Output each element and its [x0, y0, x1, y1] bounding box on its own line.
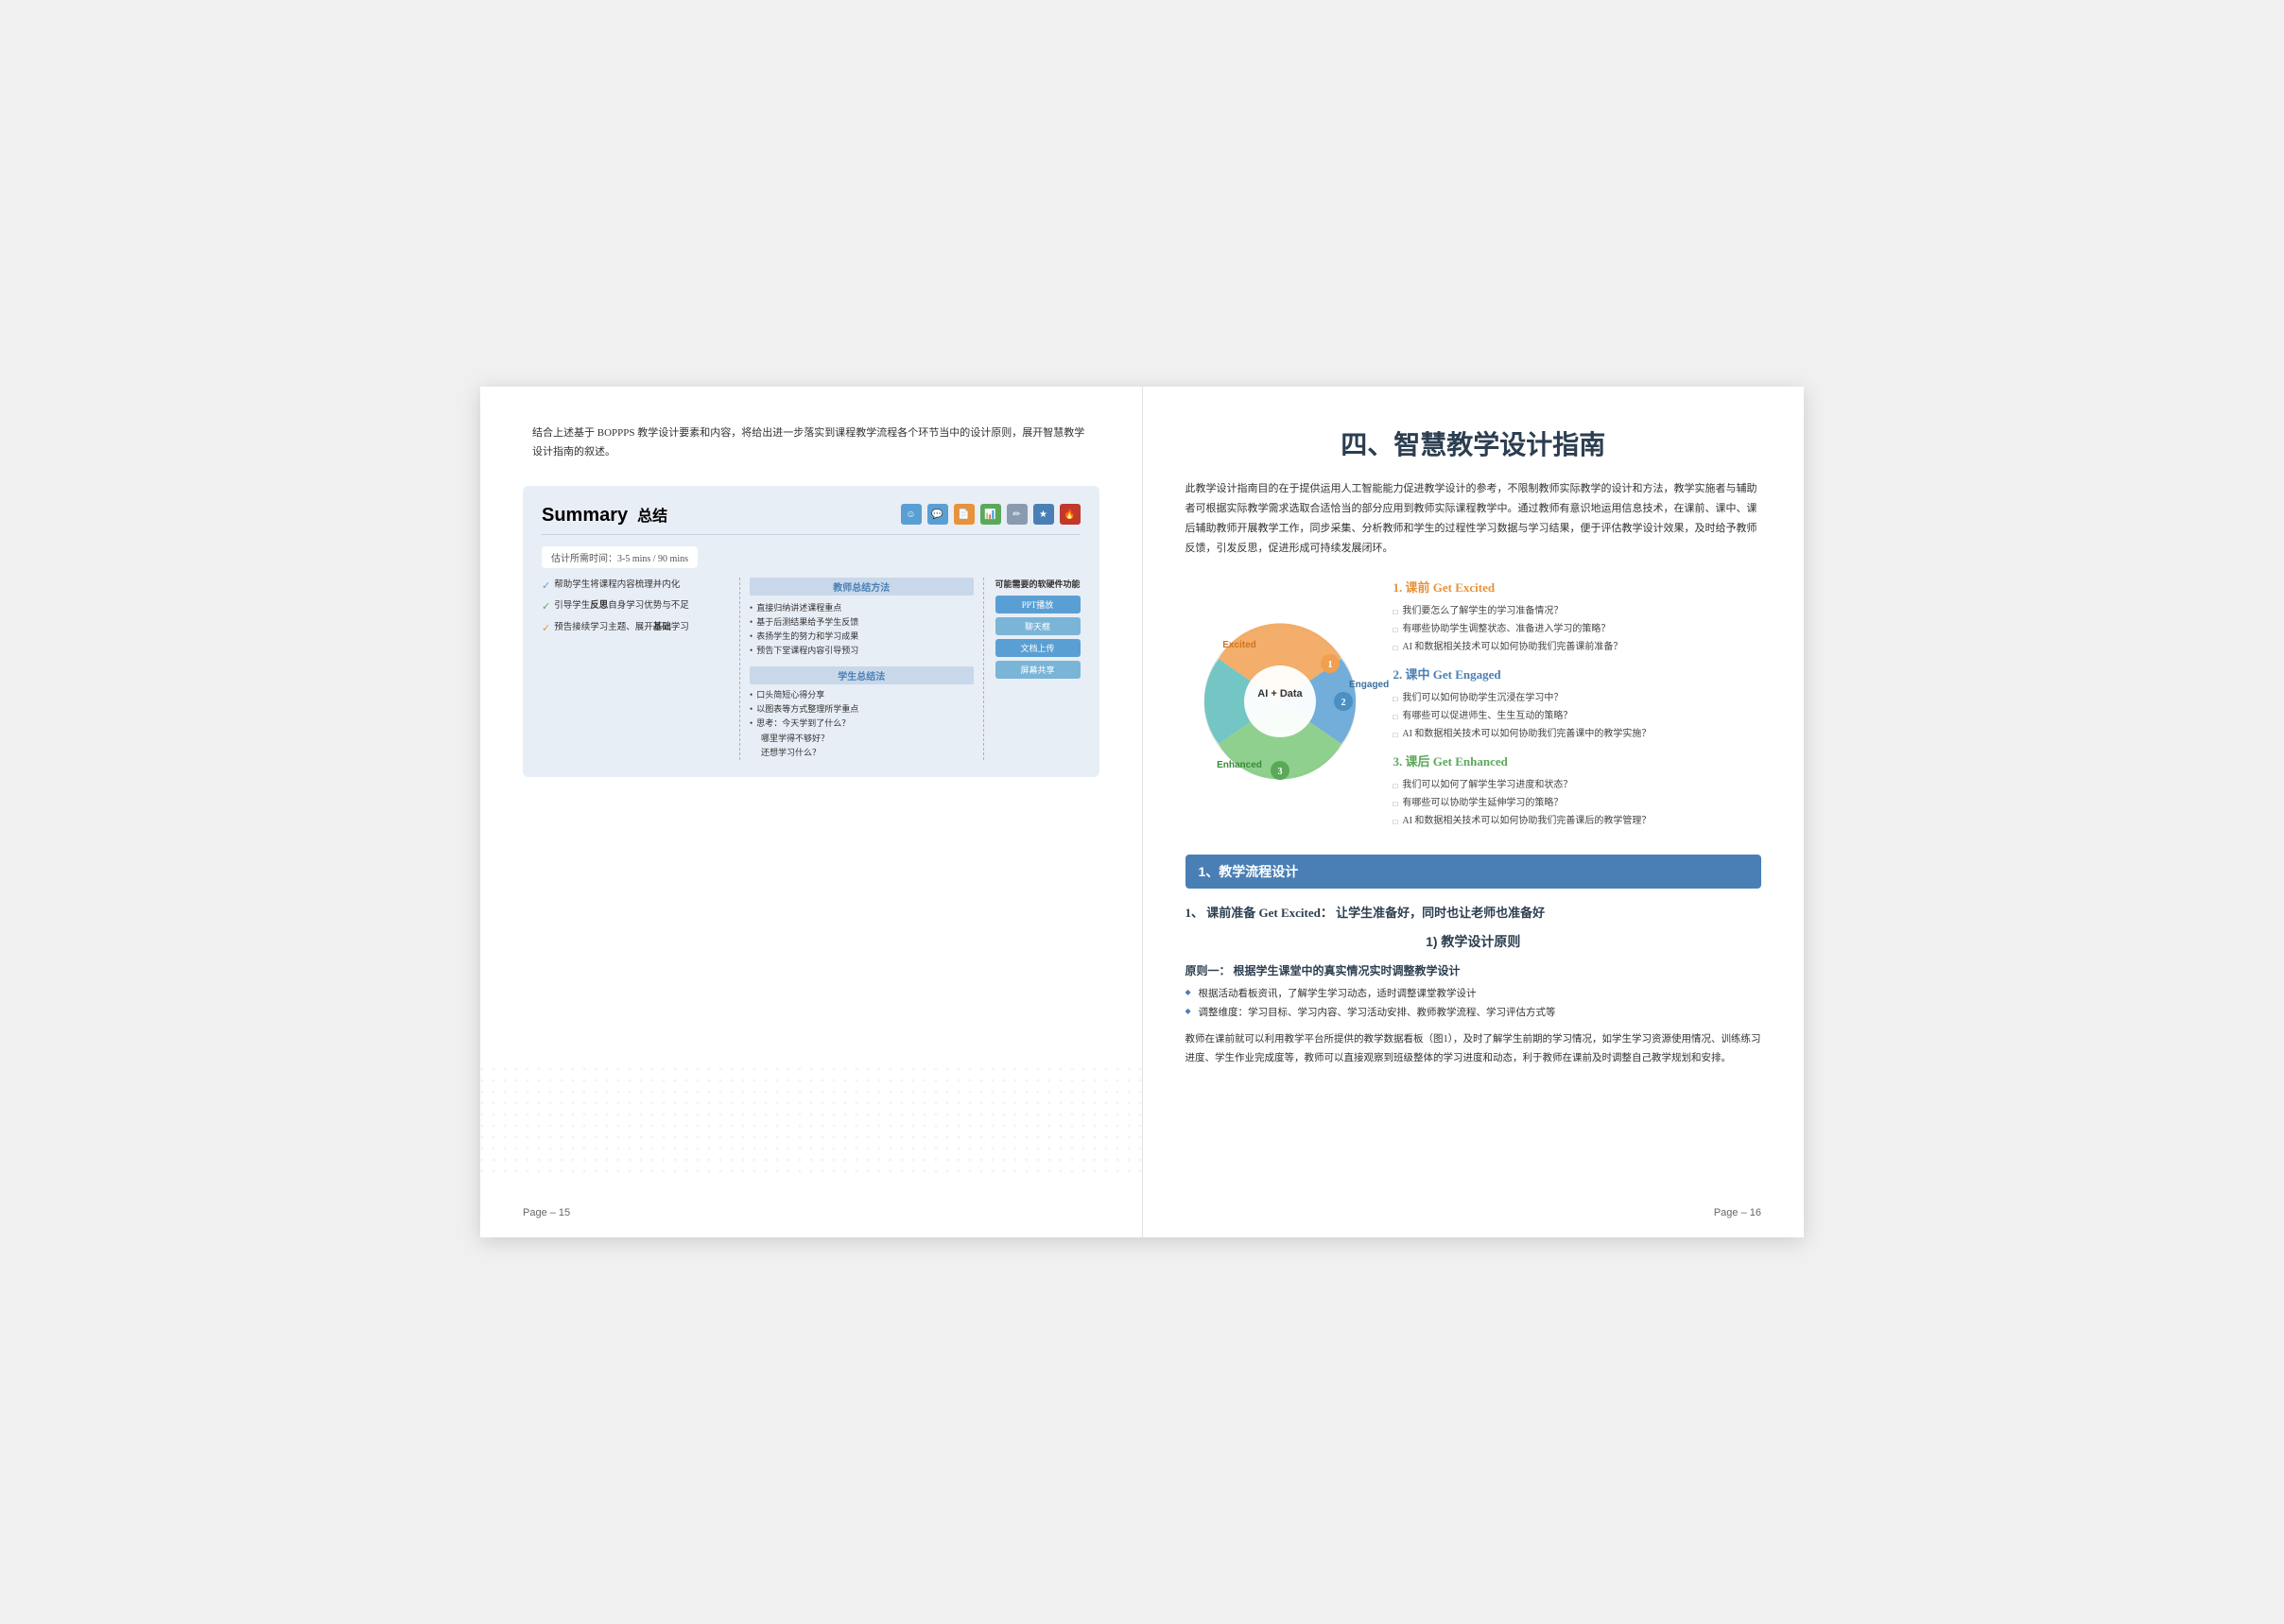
- software-btn-upload: 文档上传: [995, 639, 1081, 657]
- check-icon-1: ✓: [542, 578, 550, 596]
- svg-text:AI + Data: AI + Data: [1257, 688, 1303, 700]
- svg-text:2: 2: [1341, 698, 1345, 708]
- qa-3-3: □ AI 和数据相关技术可以如何协助我们完善课后的教学管理？: [1393, 813, 1762, 829]
- qa-1-1: □ 我们要怎么了解学生的学习准备情况？: [1393, 603, 1762, 619]
- left-page-number: Page – 15: [523, 1207, 570, 1218]
- decorative-dots: [480, 1067, 1142, 1181]
- icon-fire: 🔥: [1060, 504, 1081, 525]
- icon-chat: 💬: [927, 504, 948, 525]
- page-right: 四、智慧教学设计指南 此教学设计指南目的在于提供运用人工智能能力促进教学设计的参…: [1143, 387, 1805, 1237]
- student-method-4: 哪里学得不够好？: [750, 732, 973, 746]
- check-icon-2: ✓: [542, 598, 550, 616]
- student-method-2: •以图表等方式整理所学重点: [750, 702, 973, 717]
- section-heading-2: 2. 课中 Get Engaged: [1393, 665, 1762, 682]
- summary-content: ✓ 帮助学生将课程内容梳理并内化 ✓ 引导学生反思自身学习优势与不足 ✓ 预告接…: [542, 578, 1081, 761]
- svg-text:Engaged: Engaged: [1349, 680, 1389, 690]
- book-spread: 结合上述基于 BOPPPS 教学设计要素和内容，将给出进一步落实到课程教学流程各…: [480, 387, 1804, 1237]
- qa-icon-1-1: □: [1393, 606, 1398, 619]
- teacher-method-2: •基于后测结果给予学生反馈: [750, 615, 973, 630]
- teacher-method-3: •表扬学生的努力和学习成果: [750, 630, 973, 644]
- summary-right-col: 可能需要的软硬件功能 PPT播放 聊天框 文档上传 屏幕共享: [995, 578, 1081, 761]
- svg-text:3: 3: [1277, 767, 1282, 777]
- svg-text:Excited: Excited: [1222, 640, 1256, 650]
- qa-icon-3-1: □: [1393, 780, 1398, 793]
- software-btn-ppt: PPT播放: [995, 596, 1081, 613]
- check-icon-3: ✓: [542, 620, 550, 638]
- teacher-method-title: 教师总结方法: [750, 578, 973, 596]
- qa-2-3: □ AI 和数据相关技术可以如何协助我们完善课中的教学实施？: [1393, 726, 1762, 742]
- circle-diagram: AI + Data 1 2 3 Excited Engaged Enhanced: [1190, 612, 1370, 796]
- qa-2-1: □ 我们可以如何协助学生沉浸在学习中？: [1393, 690, 1762, 706]
- teacher-method-4: •预告下堂课程内容引导预习: [750, 644, 973, 658]
- summary-time: 估计所需时间：3-5 mins / 90 mins: [542, 546, 698, 568]
- right-text-col: 1. 课前 Get Excited □ 我们要怎么了解学生的学习准备情况？ □ …: [1393, 578, 1762, 831]
- right-page-number: Page – 16: [1714, 1207, 1761, 1218]
- qa-2-2: □ 有哪些可以促进师生、生生互动的策略？: [1393, 708, 1762, 724]
- icon-smile: ☺: [901, 504, 922, 525]
- summary-left-col: ✓ 帮助学生将课程内容梳理并内化 ✓ 引导学生反思自身学习优势与不足 ✓ 预告接…: [542, 578, 728, 761]
- summary-header: Summary 总结 ☺ 💬 📄 📊 ✏ ★ 🔥: [542, 503, 1081, 535]
- qa-1-2: □ 有哪些协助学生调整状态、准备进入学习的策略？: [1393, 621, 1762, 637]
- student-method-3: •思考：今天学到了什么？: [750, 717, 973, 731]
- qa-3-1: □ 我们可以如何了解学生学习进度和状态？: [1393, 777, 1762, 793]
- qa-icon-3-3: □: [1393, 816, 1398, 829]
- teacher-method-1: •直接归纳讲述课程重点: [750, 601, 973, 615]
- svg-text:1: 1: [1327, 660, 1332, 670]
- svg-text:Enhanced: Enhanced: [1217, 760, 1262, 770]
- qa-icon-2-3: □: [1393, 729, 1398, 742]
- qa-icon-1-3: □: [1393, 642, 1398, 655]
- student-method-title: 学生总结法: [750, 666, 973, 684]
- qa-icon-2-2: □: [1393, 711, 1398, 724]
- qa-icon-1-2: □: [1393, 624, 1398, 637]
- diagram-area: AI + Data 1 2 3 Excited Engaged Enhanced: [1185, 578, 1375, 831]
- section-heading-1: 1. 课前 Get Excited: [1393, 578, 1762, 596]
- qa-1-3: □ AI 和数据相关技术可以如何协助我们完善课前准备？: [1393, 639, 1762, 655]
- principle-title: 原则一： 根据学生课堂中的真实情况实时调整教学设计: [1185, 962, 1762, 978]
- page-left: 结合上述基于 BOPPPS 教学设计要素和内容，将给出进一步落实到课程教学流程各…: [480, 387, 1143, 1237]
- software-btn-share: 屏幕共享: [995, 661, 1081, 679]
- icon-chart: 📊: [980, 504, 1001, 525]
- check-item-2: ✓ 引导学生反思自身学习优势与不足: [542, 598, 728, 616]
- bottom-section-title: 1、教学流程设计: [1185, 855, 1762, 889]
- qa-icon-2-1: □: [1393, 693, 1398, 706]
- software-title: 可能需要的软硬件功能: [995, 578, 1081, 590]
- subsection-subtitle: 1) 教学设计原则: [1185, 932, 1762, 951]
- qa-icon-3-2: □: [1393, 798, 1398, 811]
- summary-middle-col: 教师总结方法 •直接归纳讲述课程重点 •基于后测结果给予学生反馈 •表扬学生的努…: [739, 578, 983, 761]
- student-method-1: •口头简短心得分享: [750, 688, 973, 702]
- left-intro-text: 结合上述基于 BOPPPS 教学设计要素和内容，将给出进一步落实到课程教学流程各…: [523, 424, 1099, 462]
- check-item-1: ✓ 帮助学生将课程内容梳理并内化: [542, 578, 728, 596]
- icon-doc: 📄: [954, 504, 975, 525]
- section-heading-3: 3. 课后 Get Enhanced: [1393, 752, 1762, 769]
- subsection-title: 1、 课前准备 Get Excited： 让学生准备好，同时也让老师也准备好: [1185, 903, 1762, 921]
- bullet-item-1: 根据活动看板资讯，了解学生学习动态，适时调整课堂教学设计: [1185, 986, 1762, 1004]
- bullet-item-2: 调整维度：学习目标、学习内容、学习活动安排、教师教学流程、学习评估方式等: [1185, 1005, 1762, 1023]
- icon-pencil: ✏: [1007, 504, 1028, 525]
- summary-title: Summary 总结: [542, 503, 667, 527]
- check-item-3: ✓ 预告接续学习主题、展开基础学习: [542, 620, 728, 638]
- right-page-title: 四、智慧教学设计指南: [1185, 424, 1762, 462]
- right-intro-paragraph: 此教学设计指南目的在于提供运用人工智能能力促进教学设计的参考，不限制教师实际教学…: [1185, 479, 1762, 559]
- body-text: 教师在课前就可以利用教学平台所提供的教学数据看板（图1），及时了解学生前期的学习…: [1185, 1030, 1762, 1068]
- student-method-5: 还想学习什么？: [750, 746, 973, 760]
- icon-star: ★: [1033, 504, 1054, 525]
- diagram-and-text: AI + Data 1 2 3 Excited Engaged Enhanced: [1185, 578, 1762, 831]
- header-icons: ☺ 💬 📄 📊 ✏ ★ 🔥: [901, 504, 1081, 525]
- software-btn-chat: 聊天框: [995, 617, 1081, 635]
- summary-box: Summary 总结 ☺ 💬 📄 📊 ✏ ★ 🔥 估计所需时间：3-5 mins…: [523, 486, 1099, 778]
- qa-3-2: □ 有哪些可以协助学生延伸学习的策略？: [1393, 795, 1762, 811]
